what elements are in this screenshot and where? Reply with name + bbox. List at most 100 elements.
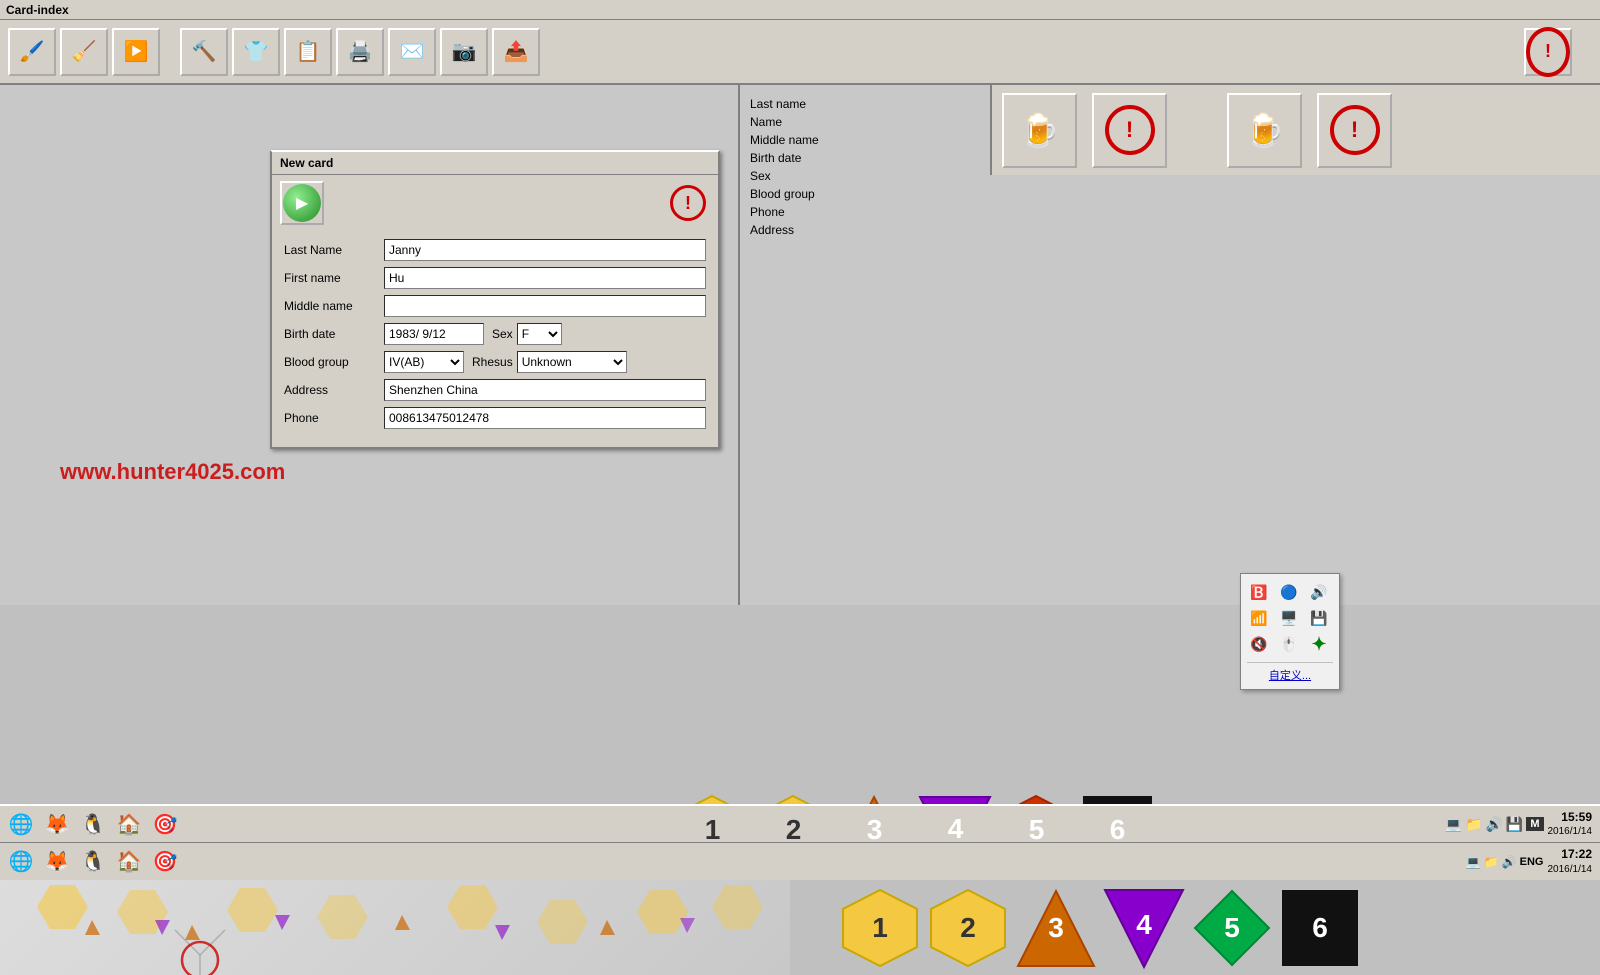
- tray2-lang: ENG: [1520, 856, 1544, 868]
- taskbar-target-icon[interactable]: 🎯: [150, 809, 180, 839]
- field-item-address: Address: [750, 221, 1590, 239]
- tray-popup: 🅱️ 🔵 🔊 📶 🖥️ 💾 🔇 🖱️ ✦ 自定义...: [1240, 573, 1340, 690]
- stop-toolbar-btn[interactable]: !: [1524, 28, 1572, 76]
- field-item-bloodgroup: Blood group: [750, 185, 1590, 203]
- tray-icon-r4[interactable]: 🔇: [1247, 632, 1271, 656]
- phone-input[interactable]: [384, 407, 706, 429]
- beer-icon-1: 🍺: [1020, 111, 1060, 149]
- bloodgroup-label: Blood group: [284, 355, 384, 369]
- tray-icon-r2[interactable]: 🖥️: [1277, 606, 1301, 630]
- stop-circle-2: !: [1330, 105, 1380, 155]
- main-area: New card ▶ ! Last Name: [0, 85, 1600, 605]
- stamp-btn[interactable]: 🔨: [180, 28, 228, 76]
- sex-select[interactable]: F M: [517, 323, 562, 345]
- sys-icon-3[interactable]: 🔊: [1485, 816, 1502, 833]
- birthdate-select[interactable]: 1983/ 9/12: [384, 323, 484, 345]
- num-label-5: 5: [1029, 814, 1045, 846]
- sys-icon-2[interactable]: 📁: [1465, 816, 1482, 833]
- camera-btn[interactable]: 📷: [440, 28, 488, 76]
- stop-icon-box-1[interactable]: !: [1092, 93, 1167, 168]
- tray-icon-bt[interactable]: 🔵: [1277, 580, 1301, 604]
- taskbar-qq-icon[interactable]: 🐧: [78, 809, 108, 839]
- sys-icon-1[interactable]: 💻: [1445, 816, 1462, 833]
- sys-icon-4[interactable]: 💾: [1506, 816, 1523, 833]
- print-btn[interactable]: 🖨️: [336, 28, 384, 76]
- num2-icon-2[interactable]: 2: [927, 887, 1009, 969]
- tray-customize-link[interactable]: 自定义...: [1247, 662, 1333, 683]
- stop-circle-icon: !: [1526, 27, 1570, 77]
- top-right-icons: 🍺 ! 🍺 !: [990, 85, 1600, 175]
- phone-row: Phone: [284, 407, 706, 429]
- stop-card-btn[interactable]: !: [666, 181, 710, 225]
- tray-small-icons: 💻 📁 🔊 💾 M: [1445, 816, 1544, 833]
- new-card-title-bar: New card: [272, 152, 718, 175]
- broom-btn[interactable]: 🧹: [60, 28, 108, 76]
- num-label-6: 6: [1110, 814, 1126, 846]
- num2-icon-5[interactable]: 5: [1191, 887, 1273, 969]
- tray2-icon-1[interactable]: 💻: [1466, 855, 1481, 869]
- num2-icon-4[interactable]: 4: [1103, 887, 1185, 969]
- system-tray-2: 💻 📁 🔊 ENG 17:22 2016/1/14: [665, 842, 1600, 880]
- address-row: Address: [284, 379, 706, 401]
- app-title: Card-index: [6, 3, 69, 17]
- clock-time: 15:59: [1548, 810, 1593, 826]
- copy-btn[interactable]: 📋: [284, 28, 332, 76]
- stop-exclaim-1: !: [1126, 117, 1133, 143]
- clock-area: 15:59 2016/1/14: [1548, 810, 1593, 839]
- play-card-btn[interactable]: ▶: [280, 181, 324, 225]
- taskbar2-browser[interactable]: 🌐: [6, 847, 36, 877]
- number-icons-row-2: 1 2 3 4 5 6: [790, 880, 1410, 975]
- mail-btn[interactable]: ✉️: [388, 28, 436, 76]
- send-btn[interactable]: 📤: [492, 28, 540, 76]
- taskbar2-qq[interactable]: 🐧: [78, 847, 108, 877]
- new-card-buttons: ▶ !: [272, 175, 718, 231]
- field-item-phone: Phone: [750, 203, 1590, 221]
- taskbar-home-icon[interactable]: 🏠: [114, 809, 144, 839]
- num2-label-5: 5: [1224, 912, 1240, 944]
- tray-icon-grid: 🅱️ 🔵 🔊 📶 🖥️ 💾 🔇 🖱️ ✦: [1247, 580, 1333, 656]
- tray-icon-r6[interactable]: ✦: [1307, 632, 1331, 656]
- sex-label: Sex: [492, 327, 513, 341]
- taskbar2-target[interactable]: 🎯: [150, 847, 180, 877]
- play-btn[interactable]: ▶️: [112, 28, 160, 76]
- bloodgroup-select[interactable]: IV(AB) I(O) II(A) III(B): [384, 351, 464, 373]
- num2-icon-1[interactable]: 1: [839, 887, 921, 969]
- red-stop-icon: !: [670, 185, 706, 221]
- rhesus-select[interactable]: Unknown Positive Negative: [517, 351, 627, 373]
- num2-label-2: 2: [960, 912, 976, 944]
- num-label-1: 1: [705, 814, 721, 846]
- num2-icon-6[interactable]: 6: [1279, 887, 1361, 969]
- tray2-icon-2[interactable]: 📁: [1484, 855, 1499, 869]
- taskbar2-home[interactable]: 🏠: [114, 847, 144, 877]
- tray2-icon-3[interactable]: 🔊: [1502, 855, 1517, 869]
- exclaim-icon: !: [1545, 41, 1551, 62]
- tray-icon-r3[interactable]: 💾: [1307, 606, 1331, 630]
- taskbar2-firefox[interactable]: 🦊: [42, 847, 72, 877]
- num-label-4: 4: [948, 813, 964, 845]
- beer-icon-box-1[interactable]: 🍺: [1002, 93, 1077, 168]
- num-label-2: 2: [786, 814, 802, 846]
- brush-btn[interactable]: 🖌️: [8, 28, 56, 76]
- phone-label: Phone: [284, 411, 384, 425]
- tray-icon-vol[interactable]: 🔊: [1307, 580, 1331, 604]
- stop-exclaim-2: !: [1351, 117, 1358, 143]
- tshirt-btn[interactable]: 👕: [232, 28, 280, 76]
- left-panel: New card ▶ ! Last Name: [0, 85, 740, 605]
- firstname-row: First name: [284, 267, 706, 289]
- taskbar-browser-icon[interactable]: 🌐: [6, 809, 36, 839]
- tray-icon-r1[interactable]: 📶: [1247, 606, 1271, 630]
- firstname-input[interactable]: [384, 267, 706, 289]
- tray-icon-r5[interactable]: 🖱️: [1277, 632, 1301, 656]
- beer-icon-box-2[interactable]: 🍺: [1227, 93, 1302, 168]
- watermark: www.hunter4025.com: [60, 459, 285, 485]
- tray-icon-b[interactable]: 🅱️: [1247, 580, 1271, 604]
- lastname-input[interactable]: [384, 239, 706, 261]
- tray2-icons: 💻 📁 🔊 ENG: [1466, 855, 1544, 869]
- stop-icon-box-2[interactable]: !: [1317, 93, 1392, 168]
- middlename-input[interactable]: [384, 295, 706, 317]
- num2-icon-3[interactable]: 3: [1015, 887, 1097, 969]
- address-input[interactable]: [384, 379, 706, 401]
- taskbar-firefox-icon[interactable]: 🦊: [42, 809, 72, 839]
- bottom-bg-2: [0, 880, 790, 975]
- lastname-label: Last Name: [284, 243, 384, 257]
